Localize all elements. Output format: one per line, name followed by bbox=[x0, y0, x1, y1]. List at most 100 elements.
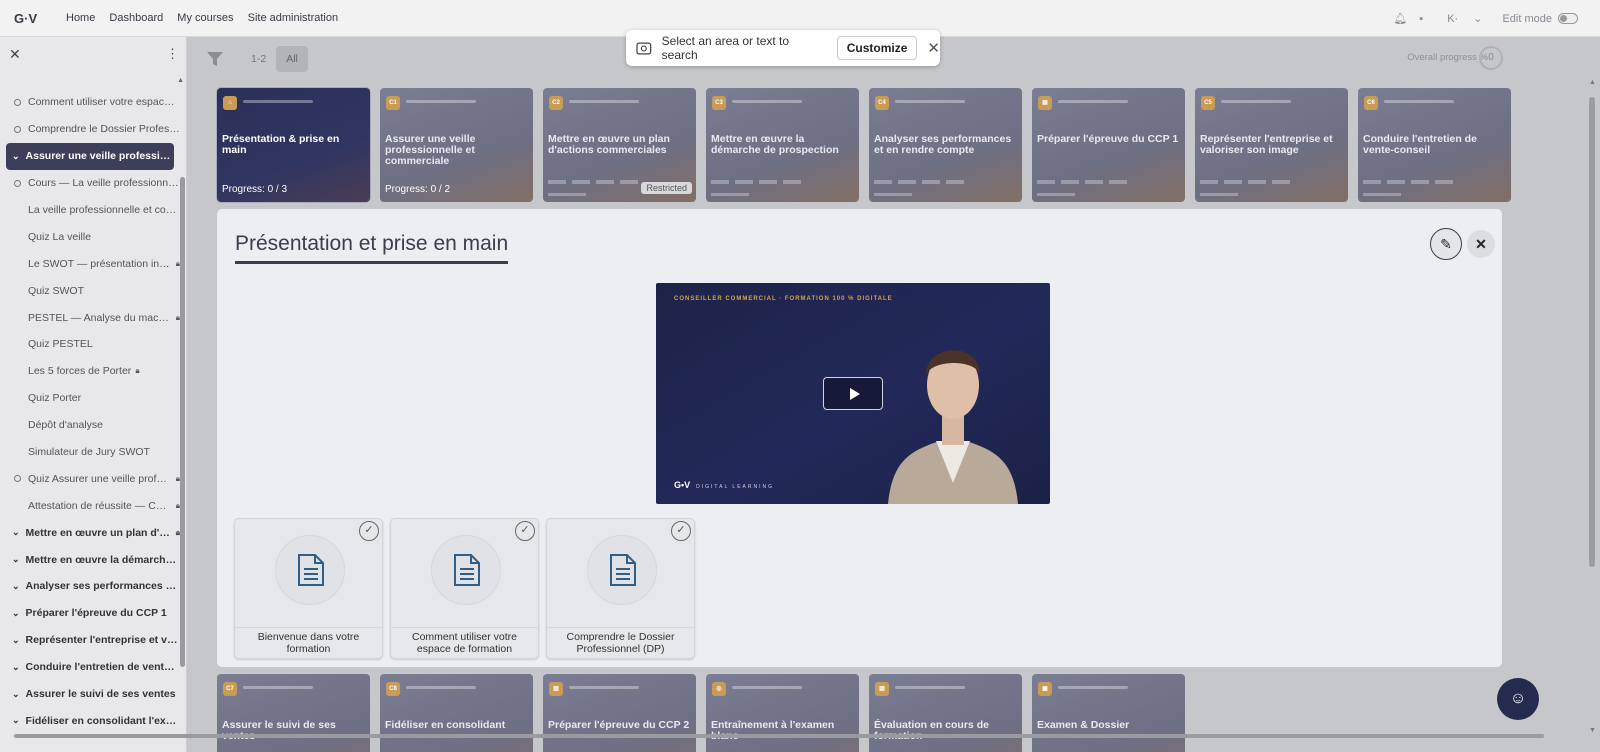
play-button[interactable] bbox=[823, 377, 883, 410]
horizontal-scrollbar[interactable] bbox=[14, 734, 1544, 738]
resource-card[interactable]: ✓ Bienvenue dans votre formation bbox=[234, 518, 383, 659]
sidebar-item[interactable]: Comment utiliser votre espace de formati… bbox=[0, 89, 180, 116]
section-card[interactable]: ▤ Évaluation en cours de formation bbox=[869, 674, 1022, 752]
edit-mode-toggle[interactable] bbox=[1558, 13, 1578, 24]
completion-check-icon[interactable]: ✓ bbox=[359, 521, 379, 541]
sidebar-item-label: Quiz SWOT bbox=[28, 284, 85, 297]
sidebar-item[interactable]: Dépôt d'analyse bbox=[0, 412, 180, 439]
sidebar-item[interactable]: Cours — La veille professionnelle et com… bbox=[0, 170, 180, 197]
section-card[interactable]: C5 Représenter l'entreprise et valoriser … bbox=[1195, 88, 1348, 202]
sidebar-item[interactable]: ⌄ Fidéliser en consolidant l'expérience c… bbox=[0, 707, 180, 734]
section-card[interactable]: C8 Fidéliser en consolidant bbox=[380, 674, 533, 752]
customize-button[interactable]: Customize bbox=[836, 36, 918, 60]
nav-my-courses[interactable]: My courses bbox=[177, 12, 233, 24]
section-card-title: Conduire l'entretien de vente-conseil bbox=[1363, 133, 1477, 156]
nav-site-administration[interactable]: Site administration bbox=[248, 12, 339, 24]
chevron-down-icon[interactable]: ⌄ bbox=[12, 581, 20, 592]
chevron-down-icon[interactable]: ⌄ bbox=[12, 715, 20, 726]
section-card[interactable]: C6 Conduire l'entretien de vente-conseil bbox=[1358, 88, 1511, 202]
scroll-down-arrow-icon[interactable]: ▼ bbox=[1589, 727, 1596, 734]
kebab-menu-icon[interactable]: ⋮ bbox=[166, 46, 179, 62]
video-player[interactable]: CONSEILLER COMMERCIAL · FORMATION 100 % … bbox=[656, 283, 1050, 504]
sidebar-item[interactable]: Simulateur de Jury SWOT bbox=[0, 439, 180, 466]
sidebar-item[interactable]: Quiz SWOT bbox=[0, 277, 180, 304]
section-progress: Progress: 0 / 3 bbox=[222, 184, 288, 195]
document-icon-circle bbox=[587, 535, 657, 605]
section-card-title: Préparer l'épreuve du CCP 1 bbox=[1037, 133, 1179, 145]
site-logo[interactable]: G·V bbox=[14, 11, 54, 26]
sidebar-item[interactable]: ⌄ Représenter l'entreprise et valoriser s… bbox=[0, 627, 180, 654]
filter-all-button[interactable]: All bbox=[276, 46, 308, 72]
chevron-down-icon[interactable]: ⌄ bbox=[12, 527, 20, 538]
section-badge: C8 bbox=[386, 682, 400, 696]
section-card[interactable]: C3 Mettre en œuvre la démarche de prospec… bbox=[706, 88, 859, 202]
completion-circle-icon[interactable] bbox=[14, 179, 21, 187]
sidebar-item[interactable]: Quiz PESTEL bbox=[0, 331, 180, 358]
bell-icon[interactable]: 🔔︎ bbox=[1393, 12, 1407, 25]
chevron-down-icon[interactable]: ⌄ bbox=[12, 635, 20, 646]
filter-range-button[interactable]: 1-2 bbox=[241, 46, 276, 72]
chevron-down-icon[interactable]: ⌄ bbox=[12, 554, 20, 565]
sidebar-item[interactable]: Quiz Assurer une veille professionnelle🔒… bbox=[0, 465, 180, 492]
sidebar-item[interactable]: ⌄ Mettre en œuvre la démarche de prospect… bbox=[0, 546, 180, 573]
section-card[interactable]: ▣ Examen & Dossier bbox=[1032, 674, 1185, 752]
close-icon[interactable]: ✕ bbox=[927, 39, 940, 57]
user-menu[interactable]: K· ⌄ bbox=[1435, 12, 1482, 25]
sidebar-item-label: Conduire l'entretien de vente-conseil bbox=[25, 661, 180, 674]
sidebar-item[interactable]: Quiz La veille bbox=[0, 223, 180, 250]
section-card[interactable]: ⌂ Présentation & prise en main Progress: 0… bbox=[217, 88, 370, 202]
section-card[interactable]: ▤ Préparer l'épreuve du CCP 1 bbox=[1032, 88, 1185, 202]
section-card[interactable]: C2 Mettre en œuvre un plan d'actions comm… bbox=[543, 88, 696, 202]
section-card[interactable]: ▤ Préparer l'épreuve du CCP 2 bbox=[543, 674, 696, 752]
sidebar-item[interactable]: ⌄ Mettre en œuvre un plan d'actions comme… bbox=[0, 519, 180, 546]
scroll-up-arrow-icon[interactable]: ▲ bbox=[177, 77, 184, 84]
completion-check-icon[interactable]: ✓ bbox=[671, 521, 691, 541]
sidebar-item-label: PESTEL — Analyse du macro-environnement bbox=[28, 311, 172, 324]
section-card[interactable]: C7 Assurer le suivi de ses ventes bbox=[217, 674, 370, 752]
sidebar-item-label: Représenter l'entreprise et valoriser so… bbox=[25, 634, 180, 647]
completion-circle-icon[interactable] bbox=[14, 98, 21, 106]
sidebar-item[interactable]: ⌄ Assurer une veille professionnelle et c… bbox=[6, 142, 174, 170]
filter-icon[interactable] bbox=[207, 52, 223, 66]
completion-circle-icon[interactable] bbox=[14, 475, 21, 483]
sidebar-item[interactable]: La veille professionnelle et commerciale bbox=[0, 197, 180, 224]
nav-dashboard[interactable]: Dashboard bbox=[109, 12, 163, 24]
sidebar-item[interactable]: PESTEL — Analyse du macro-environnement🔒… bbox=[0, 304, 180, 331]
main-scrollbar[interactable] bbox=[1589, 97, 1595, 567]
resource-card[interactable]: ✓ Comprendre le Dossier Professionnel (DP… bbox=[546, 518, 695, 659]
user-controls: 🔔︎ ▪ K· ⌄ Edit mode bbox=[1381, 0, 1578, 37]
chevron-down-icon[interactable]: ⌄ bbox=[12, 151, 20, 162]
sidebar-item[interactable]: ⌄ Analyser ses performances et en rendre … bbox=[0, 573, 180, 600]
section-card[interactable]: ◎ Entraînement à l'examen blanc bbox=[706, 674, 859, 752]
sidebar-item-label: Les 5 forces de Porter bbox=[28, 365, 132, 378]
nav-home[interactable]: Home bbox=[66, 12, 95, 24]
card-decoration bbox=[732, 686, 802, 689]
chevron-down-icon[interactable]: ⌄ bbox=[12, 662, 20, 673]
completion-circle-icon[interactable] bbox=[14, 125, 21, 133]
card-tags bbox=[1200, 180, 1290, 184]
sidebar-item-label: Quiz Assurer une veille professionnelle bbox=[28, 472, 172, 485]
sidebar-item[interactable]: ⌄ Préparer l'épreuve du CCP 1 bbox=[0, 600, 180, 627]
sidebar-item[interactable]: ⌄ Conduire l'entretien de vente-conseil bbox=[0, 654, 180, 681]
sidebar-item[interactable]: Quiz Porter bbox=[0, 385, 180, 412]
resource-card[interactable]: ✓ Comment utiliser votre espace de format… bbox=[390, 518, 539, 659]
scroll-up-arrow-icon[interactable]: ▲ bbox=[1589, 79, 1596, 86]
card-decoration bbox=[732, 100, 802, 103]
close-icon[interactable]: ✕ bbox=[1467, 230, 1495, 258]
section-card[interactable]: C4 Analyser ses performances et en rendre… bbox=[869, 88, 1022, 202]
close-icon[interactable]: ✕ bbox=[9, 46, 21, 63]
chevron-down-icon[interactable]: ⌄ bbox=[12, 608, 20, 619]
chat-icon[interactable]: ▪ bbox=[1419, 13, 1423, 25]
sidebar-item[interactable]: Comprendre le Dossier Professionnel (DP) bbox=[0, 116, 180, 143]
chevron-down-icon[interactable]: ⌄ bbox=[12, 689, 20, 700]
resource-label: Comment utiliser votre espace de formati… bbox=[411, 631, 518, 655]
sidebar-item[interactable]: Attestation de réussite — Compétence 1🔒︎ bbox=[0, 492, 180, 519]
sidebar-item[interactable]: ⌄ Assurer le suivi de ses ventes bbox=[0, 681, 180, 708]
completion-check-icon[interactable]: ✓ bbox=[515, 521, 535, 541]
pencil-icon[interactable]: ✎ bbox=[1430, 228, 1462, 260]
assistant-bot-button[interactable]: ☺ bbox=[1497, 678, 1539, 720]
sidebar-item[interactable]: Les 5 forces de Porter 🔒︎ bbox=[0, 358, 180, 385]
sidebar-scrollbar[interactable] bbox=[180, 177, 185, 667]
section-card[interactable]: C1 Assurer une veille professionnelle et … bbox=[380, 88, 533, 202]
sidebar-item[interactable]: Le SWOT — présentation interactive🔒︎ bbox=[0, 250, 180, 277]
